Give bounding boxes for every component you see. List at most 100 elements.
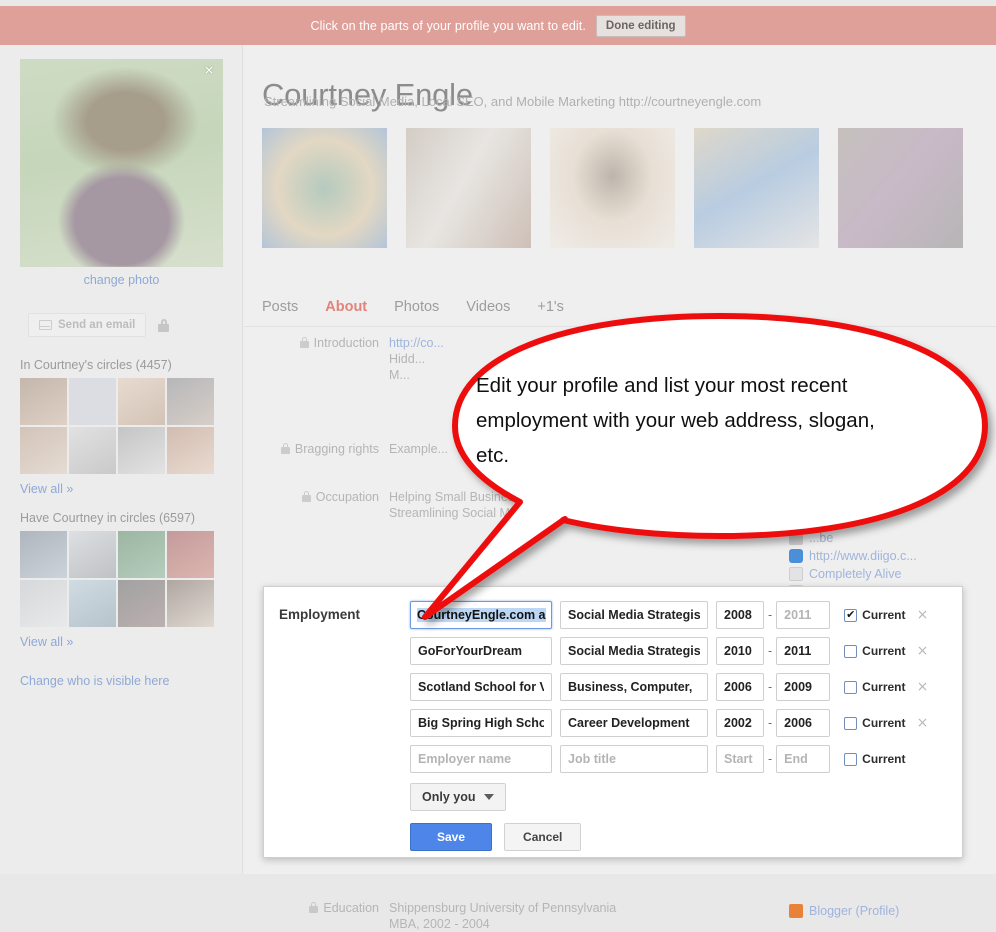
current-checkbox[interactable] [844,644,858,658]
current-checkbox[interactable] [844,716,858,730]
avatar[interactable] [167,378,214,425]
date-separator: - [768,608,773,622]
link-label: http://www.diigo.c... [809,549,917,563]
tab-videos[interactable]: Videos [466,299,510,315]
about-label-wrap: Bragging rights [244,441,389,457]
current-checkbox-wrap[interactable]: Current [844,680,906,694]
profile-photo[interactable]: × [20,59,223,267]
profile-photo-image [20,59,223,267]
change-visibility-link[interactable]: Change who is visible here [20,674,169,688]
send-email-button[interactable]: Send an email [28,313,147,337]
employer-name-input[interactable] [410,637,552,665]
remove-row-icon[interactable]: × [917,715,929,731]
avatar[interactable] [69,378,116,425]
avatar[interactable] [167,531,214,578]
link-item[interactable]: Completely Alive [789,567,989,581]
avatar[interactable] [118,580,165,627]
end-year-input[interactable] [776,637,831,665]
envelope-icon [39,320,52,330]
date-separator: - [768,752,773,766]
link-item[interactable]: ...be [789,531,989,545]
employer-name-input[interactable] [410,745,552,773]
change-photo-link[interactable]: change photo [0,273,243,287]
tab-about[interactable]: About [325,299,367,315]
lock-icon [280,443,290,454]
visibility-dropdown[interactable]: Only you [410,783,507,811]
current-checkbox-wrap[interactable]: Current [844,608,906,622]
start-year-input[interactable] [716,673,764,701]
tab-photos[interactable]: Photos [394,299,439,315]
link-label: Completely Alive [809,567,902,581]
done-editing-button[interactable]: Done editing [595,14,686,37]
job-title-input[interactable] [560,637,708,665]
save-button[interactable]: Save [410,823,493,851]
lock-icon [299,337,309,348]
have-in-circles-avatars[interactable] [20,531,214,627]
link-icon [789,567,803,581]
tab-plus-ones[interactable]: +1's [537,299,564,315]
avatar[interactable] [118,427,165,474]
intro-line-3: M... [389,368,410,382]
education-line-1: Shippensburg University of Pennsylvania [389,901,617,915]
avatar[interactable] [118,531,165,578]
avatar[interactable] [20,580,67,627]
avatar[interactable] [118,378,165,425]
in-circles-heading: In Courtney's circles (4457) [20,358,172,372]
dialog-title: Employment [279,607,361,622]
blogger-profile-link[interactable]: Blogger (Profile) [789,904,899,918]
remove-row-icon[interactable]: × [917,679,929,695]
end-year-input[interactable] [776,709,831,737]
link-item[interactable]: http://www.diigo.c... [789,549,989,563]
end-year-input[interactable] [776,745,831,773]
lock-icon [309,902,319,913]
diigo-icon [789,549,803,563]
in-circles-avatars[interactable] [20,378,214,474]
cancel-button[interactable]: Cancel [504,823,582,851]
avatar[interactable] [20,378,67,425]
in-circles-view-all-link[interactable]: View all » [20,482,73,496]
strip-photo[interactable] [838,128,963,248]
start-year-input[interactable] [716,637,764,665]
close-icon[interactable]: × [201,63,217,79]
current-checkbox-wrap[interactable]: Current [844,644,906,658]
avatar[interactable] [20,427,67,474]
remove-row-icon[interactable]: × [917,607,929,623]
blogger-icon [789,904,803,918]
avatar[interactable] [20,531,67,578]
current-checkbox[interactable] [844,680,858,694]
job-title-input[interactable] [560,601,708,629]
intro-line-1[interactable]: http://co... [389,335,444,351]
current-checkbox-wrap[interactable]: Current [844,752,906,766]
start-year-input[interactable] [716,601,764,629]
strip-photo[interactable] [406,128,531,248]
remove-row-icon[interactable]: × [917,643,929,659]
strip-photo[interactable] [550,128,675,248]
tab-posts[interactable]: Posts [262,299,298,315]
strip-photo[interactable] [694,128,819,248]
start-year-input[interactable] [716,745,764,773]
avatar[interactable] [69,531,116,578]
employer-name-input[interactable] [410,601,552,629]
job-title-input[interactable] [560,745,708,773]
job-title-input[interactable] [560,673,708,701]
education-line-2: MBA, 2002 - 2004 [389,917,490,931]
current-label: Current [862,680,906,694]
have-in-circles-view-all-link[interactable]: View all » [20,635,73,649]
employer-name-input[interactable] [410,709,552,737]
employment-row: - Current × [410,637,929,665]
avatar[interactable] [167,427,214,474]
avatar[interactable] [69,580,116,627]
current-checkbox[interactable] [844,752,858,766]
end-year-input[interactable] [776,673,831,701]
employer-name-input[interactable] [410,673,552,701]
strip-photo[interactable] [262,128,387,248]
current-checkbox[interactable] [844,608,858,622]
current-checkbox-wrap[interactable]: Current [844,716,906,730]
chevron-down-icon [484,794,495,800]
start-year-input[interactable] [716,709,764,737]
avatar[interactable] [167,580,214,627]
avatar[interactable] [69,427,116,474]
date-separator: - [768,716,773,730]
end-year-input[interactable] [776,601,831,629]
job-title-input[interactable] [560,709,708,737]
